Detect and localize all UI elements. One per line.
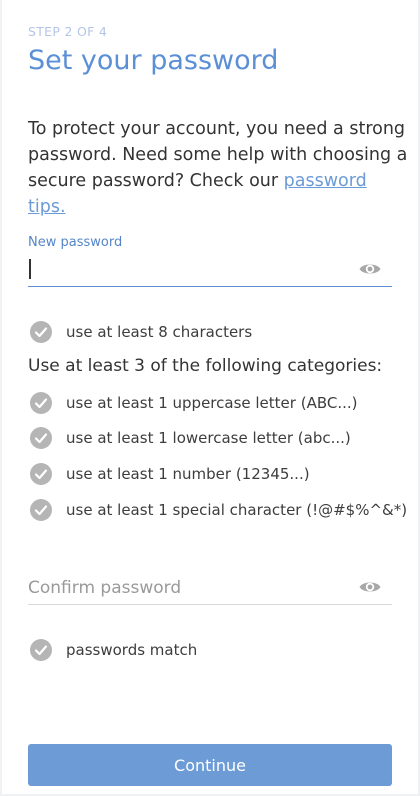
- eye-icon[interactable]: [358, 579, 382, 595]
- intro-text: To protect your account, you need a stro…: [28, 116, 408, 220]
- check-circle-icon: [30, 392, 52, 414]
- new-password-input[interactable]: [28, 256, 348, 284]
- requirement-label: use at least 1 uppercase letter (ABC...): [66, 394, 358, 412]
- requirement-passwords-match: passwords match: [30, 638, 197, 662]
- confirm-password-input[interactable]: [28, 574, 348, 602]
- check-circle-icon: [30, 499, 52, 521]
- step-indicator: STEP 2 OF 4: [28, 24, 108, 39]
- check-circle-icon: [30, 639, 52, 661]
- password-card: STEP 2 OF 4 Set your password To protect…: [2, 0, 418, 794]
- requirement-lowercase: use at least 1 lowercase letter (abc...): [30, 426, 351, 450]
- requirement-label: use at least 8 characters: [66, 323, 253, 341]
- requirement-label: use at least 1 special character (!@#$%^…: [66, 501, 408, 519]
- requirement-uppercase: use at least 1 uppercase letter (ABC...): [30, 391, 357, 415]
- continue-button[interactable]: Continue: [28, 744, 392, 786]
- categories-heading: Use at least 3 of the following categori…: [28, 356, 383, 376]
- requirement-number: use at least 1 number (12345...): [30, 462, 310, 486]
- text-cursor: [29, 259, 31, 279]
- requirement-label: use at least 1 lowercase letter (abc...): [66, 429, 351, 447]
- new-password-field: [28, 256, 392, 287]
- requirement-special-character: use at least 1 special character (!@#$%^…: [30, 498, 407, 522]
- confirm-password-field: [28, 574, 392, 605]
- check-circle-icon: [30, 463, 52, 485]
- requirement-label: use at least 1 number (12345...): [66, 465, 310, 483]
- eye-icon[interactable]: [358, 261, 382, 277]
- new-password-label: New password: [28, 235, 123, 250]
- requirement-label: passwords match: [66, 641, 198, 659]
- requirement-min-length: use at least 8 characters: [30, 320, 252, 344]
- check-circle-icon: [30, 427, 52, 449]
- check-circle-icon: [30, 321, 52, 343]
- page-title: Set your password: [28, 45, 279, 76]
